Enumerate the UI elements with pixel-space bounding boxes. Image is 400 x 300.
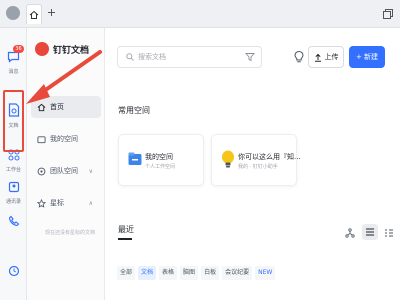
rail-item-phone[interactable] [0, 212, 27, 231]
chevron-down-icon[interactable]: ∨ [89, 168, 93, 175]
chevron-up-icon[interactable]: ∧ [89, 200, 93, 207]
filter-chip-docs[interactable]: 文档 [138, 266, 157, 280]
rail-item-recent[interactable] [0, 262, 27, 281]
space-card-my-space[interactable]: 我的空间 个人工作空间 [118, 134, 204, 186]
sidebar-item-label: 团队空间 [50, 167, 78, 175]
upload-label: 上传 [324, 53, 339, 61]
new-tab-button[interactable] [45, 6, 57, 20]
card-subtitle: 我的 · 钉钉小助手 [238, 164, 278, 170]
filter-chip-meeting-notes[interactable]: 会议纪要 [222, 266, 253, 280]
space-card-guide[interactable]: 你可以这么用『知... 我的 · 钉钉小助手 [211, 134, 301, 186]
sidebar-item-my-space[interactable]: 我的空间 [31, 128, 101, 150]
lightbulb-icon[interactable] [291, 49, 307, 65]
filter-chip-mindmap[interactable]: 脑图 [180, 266, 199, 280]
window-restore-icon[interactable] [382, 8, 394, 20]
dingtalk-docs-window: 36 消息 文档 工作台 通讯录 钉钉文档 首页 我的空间 团队空间 ∨ 星标 … [0, 0, 400, 300]
card-subtitle: 个人工作空间 [145, 164, 176, 170]
common-spaces-title: 常用空间 [118, 106, 150, 115]
phone-icon [8, 215, 19, 227]
recent-title: 最近 [118, 225, 134, 234]
dingtalk-docs-logo [35, 42, 49, 56]
filter-icon[interactable] [245, 52, 255, 62]
rail-item-messages[interactable]: 36 消息 [0, 45, 27, 75]
recent-title-underline [118, 238, 132, 240]
filter-chip-all[interactable]: 全部 [117, 266, 136, 280]
unread-badge: 36 [13, 45, 24, 53]
home-icon [37, 103, 46, 111]
title-bar [0, 0, 400, 28]
starred-empty-text: 现在还没有星标的文档 [45, 230, 96, 236]
plus-icon [47, 9, 55, 16]
sidebar-item-starred[interactable]: 星标 ∧ [31, 192, 101, 214]
contacts-icon [8, 181, 19, 193]
search-icon [126, 53, 134, 61]
upload-button[interactable]: 上传 [308, 46, 344, 68]
rail-item-label: 工作台 [5, 167, 21, 173]
star-icon [37, 198, 46, 208]
new-label: + 新建 [355, 53, 379, 61]
sidebar-item-label: 星标 [50, 199, 64, 207]
lightbulb-icon [222, 150, 234, 168]
upload-icon [314, 53, 321, 62]
rail-item-label: 通讯录 [5, 199, 21, 205]
app-rail: 36 消息 文档 工作台 通讯录 [0, 28, 27, 300]
clock-icon [8, 265, 19, 277]
new-badge: NEW [255, 266, 276, 280]
card-title: 我的空间 [145, 153, 173, 161]
brand: 钉钉文档 [35, 42, 89, 56]
docs-main: 搜索文档 上传 + 新建 常用空间 我的空间 个人工作空间 你可以这么用『知..… [105, 28, 400, 300]
rail-item-contacts[interactable]: 通讯录 [0, 178, 27, 205]
sidebar-item-home[interactable]: 首页 [31, 96, 101, 118]
new-button[interactable]: + 新建 [349, 46, 385, 68]
share-icon[interactable] [345, 228, 355, 238]
filter-chip-whiteboard[interactable]: 白板 [201, 266, 220, 280]
sidebar-item-team-space[interactable]: 团队空间 ∨ [31, 160, 101, 182]
docs-highlight-box [3, 90, 24, 152]
folder-icon [37, 135, 46, 143]
brand-name: 钉钉文档 [53, 45, 90, 56]
home-icon [29, 10, 39, 19]
grid-view-icon[interactable] [384, 228, 394, 238]
sidebar-item-label: 首页 [50, 103, 64, 111]
account-avatar[interactable] [6, 6, 20, 20]
card-title: 你可以这么用『知... [238, 153, 301, 161]
filter-chip-sheets[interactable]: 表格 [159, 266, 178, 280]
list-view-icon [366, 228, 374, 236]
home-tab[interactable] [26, 4, 42, 24]
docs-sidebar: 钉钉文档 首页 我的空间 团队空间 ∨ 星标 ∧ 现在还没有星标的文档 [27, 28, 105, 300]
search-input[interactable]: 搜索文档 [117, 46, 262, 68]
doc-type-filter: 全部 文档 表格 脑图 白板 会议纪要 NEW [117, 266, 278, 280]
rail-item-label: 消息 [8, 69, 19, 75]
folder-icon [128, 152, 142, 165]
search-placeholder: 搜索文档 [138, 53, 166, 61]
sidebar-item-label: 我的空间 [50, 135, 78, 143]
team-icon [37, 167, 46, 175]
list-view-toggle[interactable] [362, 224, 378, 240]
